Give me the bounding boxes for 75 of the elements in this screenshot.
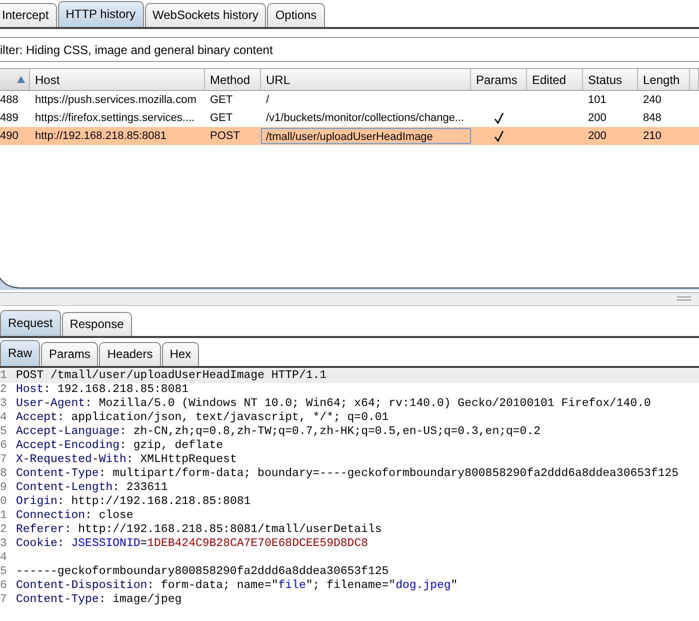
line-number: 8 [0, 467, 8, 481]
tab[interactable]: Params [41, 342, 98, 366]
line-number: 9 [0, 481, 8, 495]
table-row[interactable]: 488 https://push.services.mozilla.com GET / 101 240 [0, 91, 699, 109]
line-number: 2 [0, 383, 8, 397]
table-cell-text: 101 [587, 94, 608, 106]
column-header[interactable]: Status [583, 69, 638, 90]
tab[interactable]: Options [267, 3, 325, 27]
table-cell: /tmall/user/uploadUserHeadImage [261, 128, 471, 144]
line-number: 2 [0, 523, 8, 537]
line-number: 6 [0, 579, 8, 593]
table-cell-text: POST [209, 130, 241, 142]
tab[interactable]: Headers [99, 342, 161, 366]
table-cell-text: 848 [642, 112, 662, 124]
code-line: Content-Type: multipart/form-data; boundary=----geckoformboundary800858290fa2ddd6a8ddea30653f125 [15, 467, 679, 481]
tab[interactable]: Response [62, 312, 132, 336]
table-cell-text: 489 [0, 112, 20, 124]
line-number: 3 [0, 397, 8, 411]
tab[interactable]: Hex [162, 342, 200, 366]
table-cell-text: GET [209, 112, 234, 124]
table-row[interactable]: 489 https://firefox.settings.services.... GET /v1/buckets/monitor/collections/change... 200 848 [0, 109, 699, 127]
line-number: 7 [0, 453, 8, 467]
line-number: 0 [0, 495, 8, 509]
line-number: 7 [0, 593, 8, 607]
code-line: Origin: http://192.168.218.85:8081 [15, 495, 251, 509]
line-number: 4 [0, 411, 8, 425]
tab[interactable]: HTTP history [58, 1, 144, 27]
line-number: 3 [0, 537, 8, 551]
table-cell-text: 200 [587, 112, 608, 124]
code-line: POST /tmall/user/uploadUserHeadImage HTTP/1.1 [15, 369, 327, 383]
code-line: Content-Length: 233611 [15, 481, 168, 495]
table-cell-text: http://192.168.218.85:8081 [34, 130, 168, 142]
table-cell-text: 490 [0, 130, 20, 142]
code-line: ------geckoformboundary800858290fa2ddd6a8ddea30653f125 [15, 565, 389, 579]
table-cell-text: / [265, 94, 270, 106]
code-line: Content-Disposition: form-data; name="file"; filename="dog.jpeg" [15, 579, 458, 593]
line-number: 1 [0, 369, 8, 383]
table-cell-text: 240 [642, 94, 662, 106]
table-cell-text: /v1/buckets/monitor/collections/change... [265, 112, 466, 124]
line-number: 4 [0, 551, 8, 565]
column-header[interactable]: Edited [527, 69, 583, 90]
table-cell-text: https://firefox.settings.services.... [34, 112, 196, 124]
code-line: X-Requested-With: XMLHttpRequest [15, 453, 237, 467]
table-cell-text: https://push.services.mozilla.com [34, 94, 198, 106]
code-line: Host: 192.168.218.85:8081 [15, 383, 189, 397]
code-line: Accept-Language: zh-CN,zh;q=0.8,zh-TW;q=0.7,zh-HK;q=0.5,en-US;q=0.3,en;q=0.2 [15, 425, 540, 439]
line-number: 5 [0, 565, 8, 579]
tab[interactable]: Intercept [0, 3, 57, 27]
horizontal-scrollbar[interactable] [0, 278, 699, 290]
column-header[interactable]: Host [30, 69, 205, 90]
line-number: 1 [0, 509, 8, 523]
code-line: Cookie: JSESSIONID=1DEB424C9B28CA7E70E68DCEE59D8DC8 [15, 537, 368, 551]
table-cell-text: 200 [587, 130, 608, 142]
code-line: Accept: application/json, text/javascript, */*; q=0.01 [15, 411, 389, 425]
line-number: 6 [0, 439, 8, 453]
table-cell-text: 488 [0, 94, 20, 106]
code-line: User-Agent: Mozilla/5.0 (Windows NT 10.0; Win64; x64; rv:140.0) Gecko/20100101 Firefox/140.0 [15, 397, 651, 411]
table-row[interactable]: 490 http://192.168.218.85:8081 POST /tmall/user/uploadUserHeadImage 200 210 [0, 127, 699, 145]
column-header[interactable]: URL [261, 69, 471, 90]
filter-text: ilter: Hiding CSS, image and general binary content [0, 42, 273, 56]
column-header[interactable]: Method [205, 69, 261, 90]
line-number: 5 [0, 425, 8, 439]
column-header[interactable]: Length [638, 69, 690, 90]
code-line: Connection: close [15, 509, 134, 523]
filter-bar[interactable]: ilter: Hiding CSS, image and general binary content [0, 37, 699, 62]
tab[interactable]: Raw [0, 340, 40, 366]
column-header[interactable]: Params [471, 69, 527, 90]
tab[interactable]: Request [0, 310, 61, 336]
code-line: Content-Type: image/jpeg [15, 593, 182, 607]
tab[interactable]: WebSockets history [144, 3, 266, 27]
code-line: Accept-Encoding: gzip, deflate [15, 439, 224, 453]
table-cell-text: 210 [642, 130, 662, 142]
code-line: Referer: http://192.168.218.85:8081/tmall/userDetails [15, 523, 382, 537]
column-header[interactable] [0, 69, 30, 90]
table-cell-text: GET [209, 94, 234, 106]
